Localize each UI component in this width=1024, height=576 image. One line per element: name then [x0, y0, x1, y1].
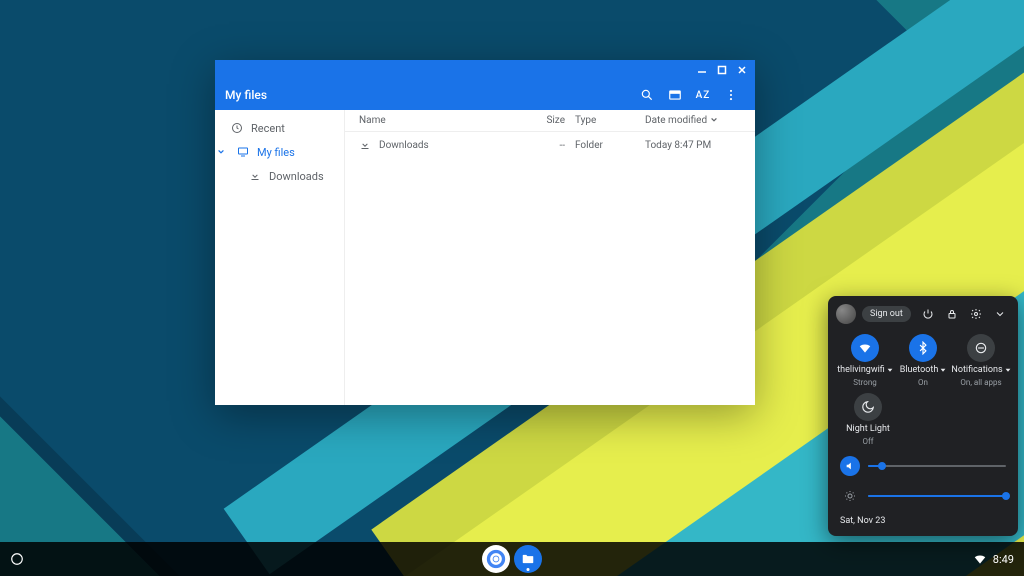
- clock-icon: [231, 122, 243, 134]
- column-header-type[interactable]: Type: [575, 115, 645, 126]
- notifications-label: Notifications: [951, 365, 1002, 375]
- night-light-label: Night Light: [846, 424, 890, 434]
- status-date: Sat, Nov 23: [840, 516, 1006, 526]
- power-button[interactable]: [918, 304, 938, 324]
- bluetooth-icon: [909, 334, 937, 362]
- shelf: 8:49: [0, 542, 1024, 576]
- minimize-button[interactable]: [695, 63, 709, 77]
- status-tray[interactable]: 8:49: [973, 552, 1024, 566]
- file-type: Folder: [575, 140, 645, 151]
- file-name: Downloads: [379, 140, 429, 151]
- do-not-disturb-icon: [967, 334, 995, 362]
- search-button[interactable]: [633, 81, 661, 109]
- night-light-tile[interactable]: Night Light Off: [840, 393, 896, 446]
- sidebar-item-downloads[interactable]: Downloads: [215, 164, 344, 188]
- clock: 8:49: [993, 553, 1014, 566]
- bluetooth-label: Bluetooth: [900, 365, 939, 375]
- sidebar-label: Recent: [251, 122, 285, 135]
- power-icon: [922, 308, 934, 320]
- wifi-icon: [851, 334, 879, 362]
- chevron-down-icon: [217, 148, 227, 156]
- sort-button[interactable]: AZ: [689, 81, 717, 109]
- sign-out-button[interactable]: Sign out: [862, 306, 911, 322]
- sidebar-item-myfiles[interactable]: My files: [215, 140, 344, 164]
- gear-icon: [970, 308, 982, 320]
- sort-label: AZ: [696, 90, 711, 101]
- folder-icon: [521, 552, 535, 566]
- wifi-tile[interactable]: thelivingwifi Strong: [837, 334, 893, 387]
- volume-slider[interactable]: [840, 456, 1006, 476]
- user-avatar[interactable]: [836, 304, 856, 324]
- active-app-indicator: [527, 568, 530, 571]
- lock-button[interactable]: [942, 304, 962, 324]
- search-icon: [640, 88, 654, 102]
- notifications-tile[interactable]: Notifications On, all apps: [953, 334, 1009, 387]
- file-date: Today 8:47 PM: [645, 140, 755, 151]
- brightness-icon: [840, 486, 860, 506]
- computer-icon: [237, 146, 249, 158]
- view-toggle-button[interactable]: [661, 81, 689, 109]
- download-icon: [249, 170, 261, 182]
- bluetooth-tile[interactable]: Bluetooth On: [895, 334, 951, 387]
- column-header-name[interactable]: Name: [345, 115, 515, 126]
- notifications-sublabel: On, all apps: [960, 378, 1001, 387]
- volume-icon: [840, 456, 860, 476]
- wifi-label: thelivingwifi: [837, 365, 885, 375]
- file-row[interactable]: Downloads -- Folder Today 8:47 PM: [345, 132, 755, 158]
- window-title: My files: [225, 88, 267, 102]
- caret-down-icon: [887, 367, 893, 373]
- brightness-slider[interactable]: [840, 486, 1006, 506]
- files-window: My files AZ Recent My files: [215, 60, 755, 405]
- caret-down-icon: [1005, 367, 1011, 373]
- sidebar-item-recent[interactable]: Recent: [215, 116, 344, 140]
- caret-down-icon: [940, 367, 946, 373]
- chevron-down-icon: [994, 308, 1006, 320]
- launcher-icon: [10, 552, 24, 566]
- quick-settings-panel: Sign out thelivingwifi Strong: [828, 296, 1018, 536]
- launcher-button[interactable]: [0, 542, 34, 576]
- sidebar-label: My files: [257, 146, 295, 159]
- window-titlebar: [215, 60, 755, 80]
- chrome-app[interactable]: [482, 545, 510, 573]
- sort-desc-icon: [710, 116, 718, 124]
- column-header-date[interactable]: Date modified: [645, 115, 755, 126]
- sidebar-label: Downloads: [269, 170, 324, 183]
- file-list-pane: Name Size Type Date modified Downloads -…: [345, 110, 755, 405]
- more-menu-button[interactable]: [717, 81, 745, 109]
- wifi-sublabel: Strong: [853, 378, 876, 387]
- thumbnail-view-icon: [668, 88, 682, 102]
- download-icon: [359, 139, 371, 151]
- chrome-icon: [486, 549, 506, 569]
- more-vert-icon: [724, 88, 738, 102]
- file-size: --: [515, 140, 575, 151]
- column-header-size[interactable]: Size: [515, 115, 575, 126]
- maximize-button[interactable]: [715, 63, 729, 77]
- close-button[interactable]: [735, 63, 749, 77]
- file-list-header: Name Size Type Date modified: [345, 110, 755, 132]
- night-light-sublabel: Off: [862, 437, 873, 446]
- lock-icon: [946, 308, 958, 320]
- bluetooth-sublabel: On: [918, 378, 928, 387]
- collapse-button[interactable]: [990, 304, 1010, 324]
- settings-button[interactable]: [966, 304, 986, 324]
- night-light-icon: [854, 393, 882, 421]
- wifi-icon: [973, 552, 987, 566]
- files-sidebar: Recent My files Downloads: [215, 110, 345, 405]
- files-toolbar: My files AZ: [215, 80, 755, 110]
